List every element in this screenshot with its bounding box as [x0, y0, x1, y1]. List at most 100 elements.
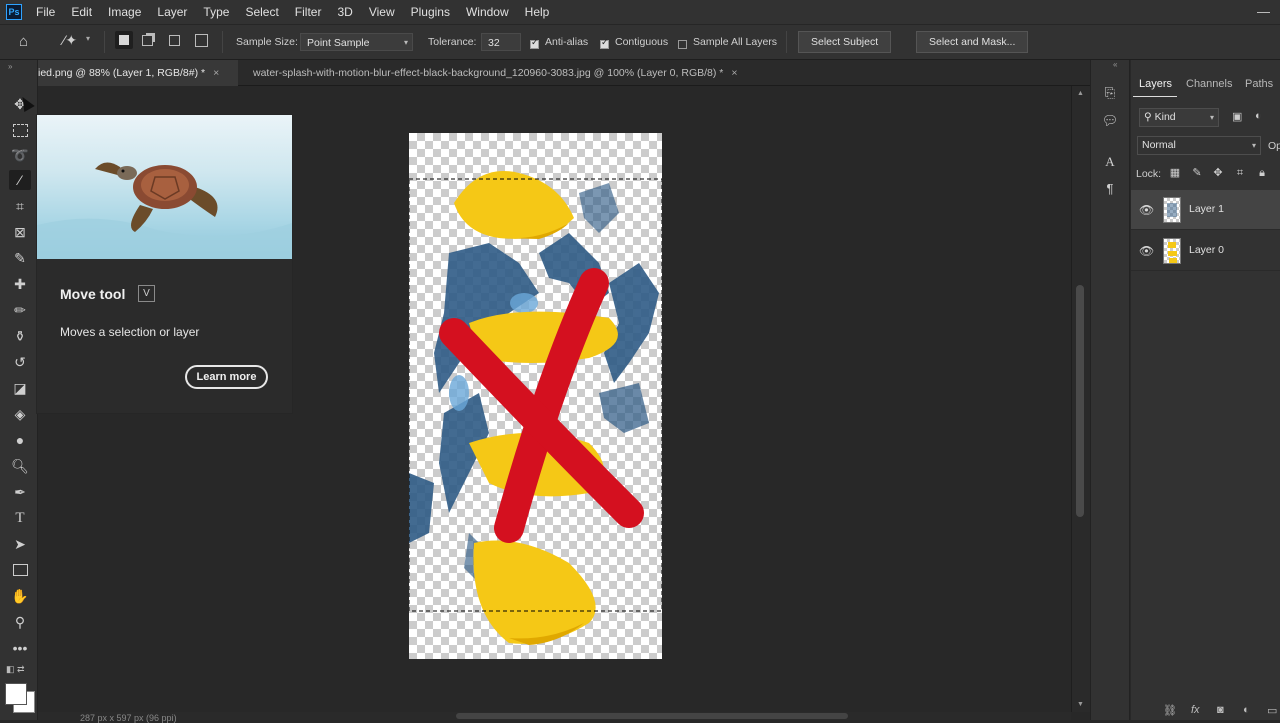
menu-type[interactable]: Type: [195, 0, 237, 24]
brush-tool-icon[interactable]: ✏: [9, 300, 31, 320]
lasso-tool-icon[interactable]: ➰: [9, 145, 31, 165]
anti-alias-checkbox[interactable]: [530, 37, 539, 51]
menu-layer[interactable]: Layer: [149, 0, 195, 24]
new-selection-mode[interactable]: [115, 31, 133, 49]
link-layers-icon[interactable]: ⛓︎: [1163, 704, 1177, 717]
adjustment-layer-icon[interactable]: ◐: [1243, 704, 1250, 716]
unchecked-icon: [678, 40, 687, 50]
lock-all-icon[interactable]: 🔒︎: [1255, 166, 1269, 180]
learn-more-button[interactable]: Learn more: [185, 365, 268, 389]
horizontal-scrollbar[interactable]: [38, 712, 1071, 720]
canvas-artwork: [409, 171, 662, 645]
clone-stamp-icon[interactable]: ⚱: [9, 326, 31, 346]
intersect-selection-icon[interactable]: [195, 34, 208, 47]
zoom-tool-icon[interactable]: ⚲: [9, 612, 31, 632]
collapse-icon[interactable]: »: [8, 62, 12, 71]
menu-view[interactable]: View: [361, 0, 403, 24]
vertical-scrollbar[interactable]: ▲ ▼: [1071, 86, 1090, 712]
paint-bucket-icon[interactable]: ◈: [9, 404, 31, 424]
subtract-from-selection-icon[interactable]: [169, 35, 180, 46]
menu-plugins[interactable]: Plugins: [403, 0, 458, 24]
healing-brush-icon[interactable]: ✚: [9, 274, 31, 294]
menu-select[interactable]: Select: [237, 0, 286, 24]
add-mask-icon[interactable]: ◙: [1217, 704, 1224, 716]
menu-image[interactable]: Image: [100, 0, 149, 24]
scroll-down-icon[interactable]: ▼: [1077, 701, 1084, 708]
type-tool-icon[interactable]: T: [9, 508, 31, 528]
fx-icon[interactable]: fx: [1191, 704, 1200, 716]
contiguous-checkbox[interactable]: [600, 37, 609, 51]
chevron-down-icon: ▾: [403, 38, 408, 47]
lock-position-icon[interactable]: ✥: [1211, 166, 1225, 180]
menu-window[interactable]: Window: [458, 0, 517, 24]
more-tools-icon[interactable]: •••: [9, 638, 31, 658]
menu-file[interactable]: File: [28, 0, 63, 24]
layer-row-layer-1[interactable]: 👁︎ Layer 1: [1131, 190, 1280, 230]
magic-wand-icon[interactable]: ⁄✦: [63, 32, 77, 49]
home-icon[interactable]: ⌂: [19, 33, 28, 50]
scroll-up-icon[interactable]: ▲: [1077, 90, 1084, 97]
lock-transparency-icon[interactable]: ▦: [1168, 166, 1182, 180]
rectangle-tool-icon[interactable]: [9, 560, 31, 580]
tooltip-title: Move tool: [60, 286, 126, 302]
eraser-tool-icon[interactable]: ◪: [9, 378, 31, 398]
character-panel-icon[interactable]: A: [1101, 153, 1119, 171]
thumbnail-content: [1167, 203, 1177, 217]
comments-panel-icon[interactable]: 💬︎: [1101, 112, 1119, 130]
tab-document-1[interactable]: ied.png @ 88% (Layer 1, RGB/8#) * ×: [38, 60, 238, 86]
dodge-tool-icon[interactable]: 🔍︎: [9, 456, 31, 476]
magic-wand-tool-icon[interactable]: ⁄: [9, 170, 31, 190]
marquee-tool-icon[interactable]: [9, 120, 31, 140]
thumbnail-content: [1168, 242, 1176, 248]
lock-pixels-icon[interactable]: ✎: [1190, 166, 1204, 180]
lock-artboard-icon[interactable]: ⌗: [1233, 166, 1247, 180]
sample-size-select[interactable]: Point Sample ▾: [300, 33, 413, 51]
visibility-eye-icon[interactable]: 👁︎: [1139, 244, 1154, 258]
crop-tool-icon[interactable]: ⌗: [9, 196, 31, 216]
history-panel-icon[interactable]: ⎘: [1101, 84, 1119, 102]
sample-all-layers-checkbox[interactable]: [678, 37, 687, 51]
document-info-status: 287 px x 597 px (96 ppi): [80, 713, 177, 723]
menu-help[interactable]: Help: [517, 0, 558, 24]
layer-name[interactable]: Layer 1: [1189, 203, 1224, 215]
select-subject-button[interactable]: Select Subject: [798, 31, 892, 53]
document-canvas[interactable]: [409, 133, 662, 659]
paragraph-panel-icon[interactable]: ¶: [1101, 180, 1119, 198]
horizontal-scroll-thumb[interactable]: [456, 713, 848, 719]
pen-tool-icon[interactable]: ✒: [9, 482, 31, 502]
tab-channels[interactable]: Channels: [1186, 72, 1232, 96]
vertical-scroll-thumb[interactable]: [1076, 285, 1084, 517]
add-to-selection-icon[interactable]: [142, 35, 153, 46]
photoshop-logo[interactable]: Ps: [6, 4, 22, 20]
tolerance-input[interactable]: 32: [481, 33, 521, 51]
foreground-color-swatch[interactable]: [5, 683, 27, 705]
filter-image-icon[interactable]: ▣: [1232, 110, 1242, 123]
hand-tool-icon[interactable]: ✋: [9, 586, 31, 606]
menu-3d[interactable]: 3D: [329, 0, 360, 24]
menu-edit[interactable]: Edit: [63, 0, 100, 24]
path-selection-icon[interactable]: ➤: [9, 534, 31, 554]
tab-paths[interactable]: Paths: [1245, 72, 1273, 96]
layer-row-layer-0[interactable]: 👁︎ Layer 0: [1131, 231, 1280, 271]
frame-tool-icon[interactable]: ⊠: [9, 222, 31, 242]
search-icon: ⚲: [1144, 111, 1155, 123]
minimize-icon[interactable]: —: [1257, 0, 1270, 24]
default-colors-icon[interactable]: ◧ ⇄: [6, 664, 25, 675]
filter-adjustment-icon[interactable]: ◐: [1255, 110, 1262, 122]
tab-layers[interactable]: Layers: [1139, 72, 1172, 96]
collapse-icon[interactable]: «: [1113, 60, 1117, 69]
blur-tool-icon[interactable]: ●: [9, 430, 31, 450]
chevron-down-icon[interactable]: ▾: [86, 34, 90, 43]
close-icon[interactable]: ×: [213, 67, 219, 79]
new-group-icon[interactable]: ▭: [1267, 704, 1277, 717]
menu-filter[interactable]: Filter: [287, 0, 330, 24]
tab-document-2[interactable]: water-splash-with-motion-blur-effect-bla…: [253, 60, 853, 86]
layer-filter-select[interactable]: ⚲ Kind ▾: [1139, 108, 1219, 127]
layer-name[interactable]: Layer 0: [1189, 244, 1224, 256]
visibility-eye-icon[interactable]: 👁︎: [1139, 203, 1154, 217]
select-and-mask-button[interactable]: Select and Mask...: [916, 31, 1029, 53]
close-icon[interactable]: ×: [731, 67, 737, 79]
blend-mode-select[interactable]: Normal ▾: [1137, 136, 1261, 155]
eyedropper-tool-icon[interactable]: ✎: [9, 248, 31, 268]
history-brush-icon[interactable]: ↺: [9, 352, 31, 372]
